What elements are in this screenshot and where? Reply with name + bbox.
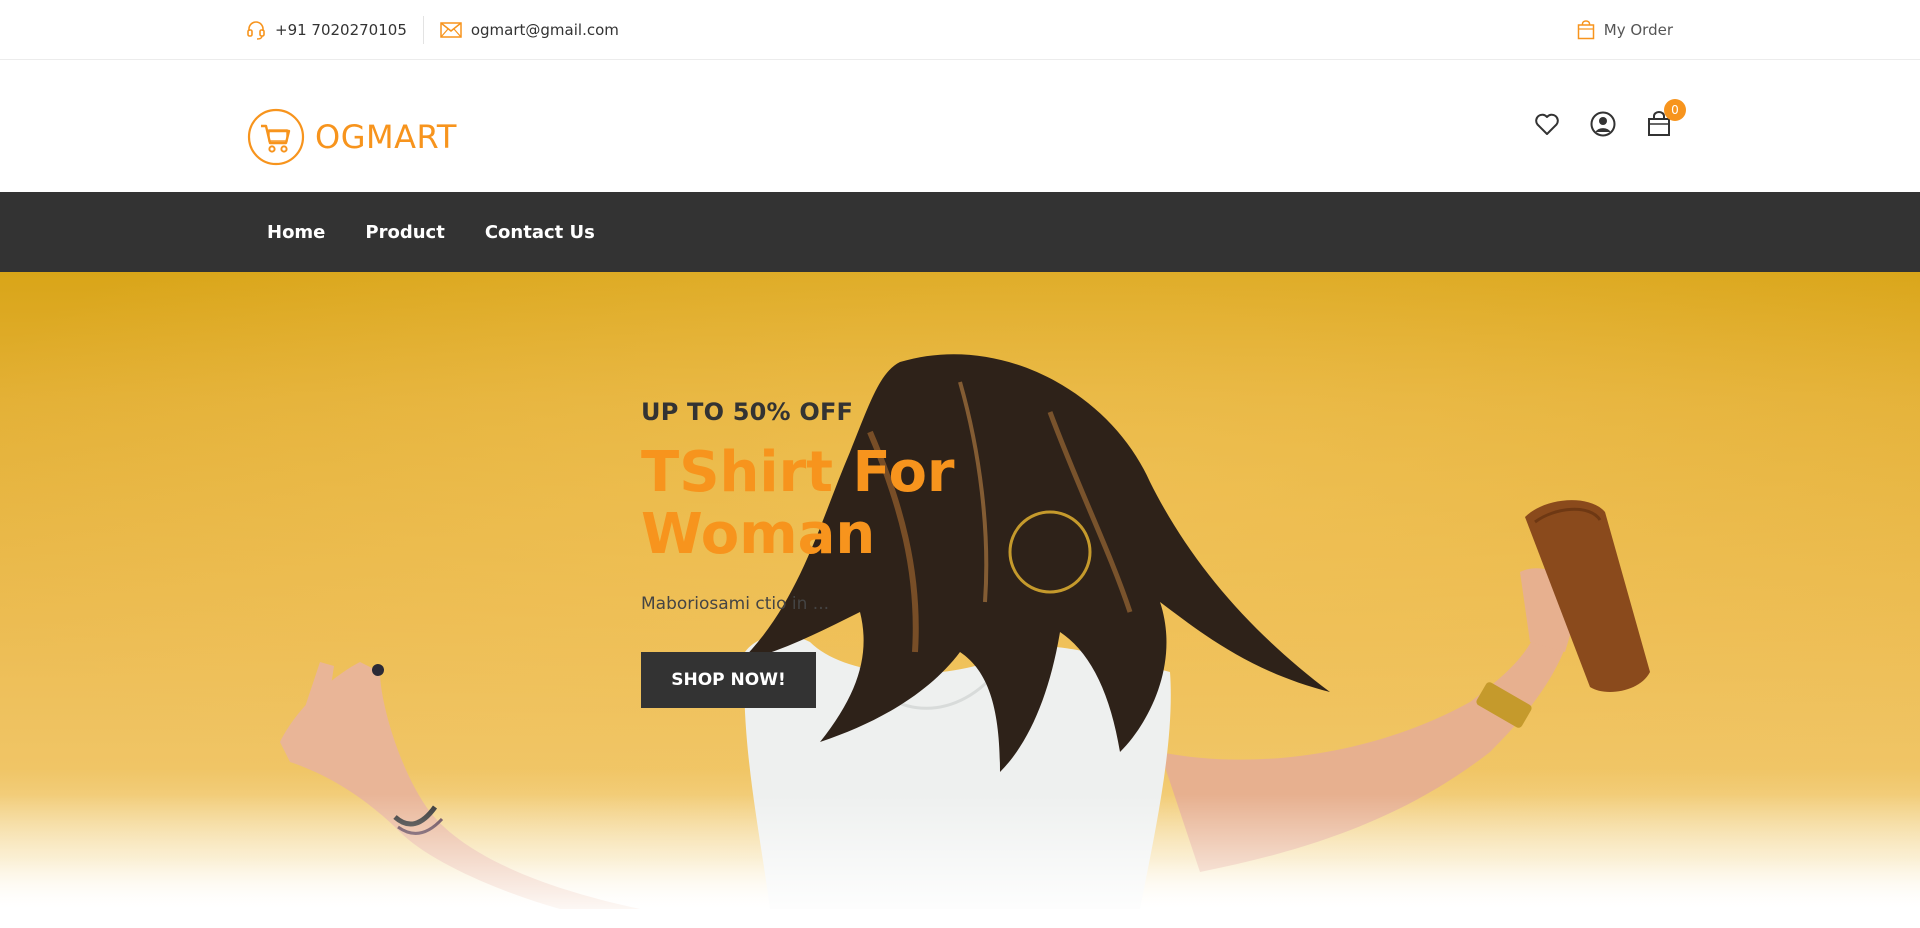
site-header: OGMART 0 (0, 60, 1920, 192)
email-contact[interactable]: ogmart@gmail.com (440, 21, 619, 39)
hero-description: Maboriosami ctio in ... (641, 594, 830, 614)
wishlist-button[interactable] (1532, 109, 1562, 139)
nav-item-contact-us[interactable]: Contact Us (465, 222, 615, 243)
nav-item-product[interactable]: Product (345, 222, 464, 243)
bag-icon (1577, 20, 1595, 40)
phone-number: +91 7020270105 (275, 21, 407, 39)
email-address: ogmart@gmail.com (470, 21, 619, 39)
cart-count-badge: 0 (1664, 99, 1686, 121)
logo[interactable]: OGMART (247, 108, 457, 166)
cart-circle-icon (247, 108, 305, 166)
hero-banner: UP TO 50% OFF TShirt For Woman Maboriosa… (0, 272, 1920, 909)
my-order-link[interactable]: My Order (1577, 0, 1673, 60)
envelope-icon (440, 22, 462, 38)
contact-info: +91 7020270105 ogmart@gmail.com (246, 0, 619, 60)
phone-contact[interactable]: +91 7020270105 (246, 20, 407, 40)
main-nav: Home Product Contact Us (0, 192, 1920, 272)
nav-item-home[interactable]: Home (247, 222, 345, 243)
hero-title: TShirt For Woman (641, 440, 955, 567)
my-order-label: My Order (1603, 21, 1673, 39)
cart-button[interactable]: 0 (1644, 99, 1686, 139)
headset-icon (247, 21, 265, 40)
divider (422, 16, 424, 44)
user-icon (1590, 111, 1616, 137)
heart-icon (1535, 113, 1559, 135)
account-button[interactable] (1588, 109, 1618, 139)
header-actions: 0 (1506, 99, 1686, 140)
hero-subtitle: UP TO 50% OFF (641, 398, 854, 426)
logo-text: OGMART (315, 118, 457, 156)
top-bar: +91 7020270105 ogmart@gmail.com My Order (0, 0, 1920, 60)
shop-now-button[interactable]: SHOP NOW! (641, 652, 816, 708)
hero-content: UP TO 50% OFF TShirt For Woman Maboriosa… (641, 398, 1161, 708)
